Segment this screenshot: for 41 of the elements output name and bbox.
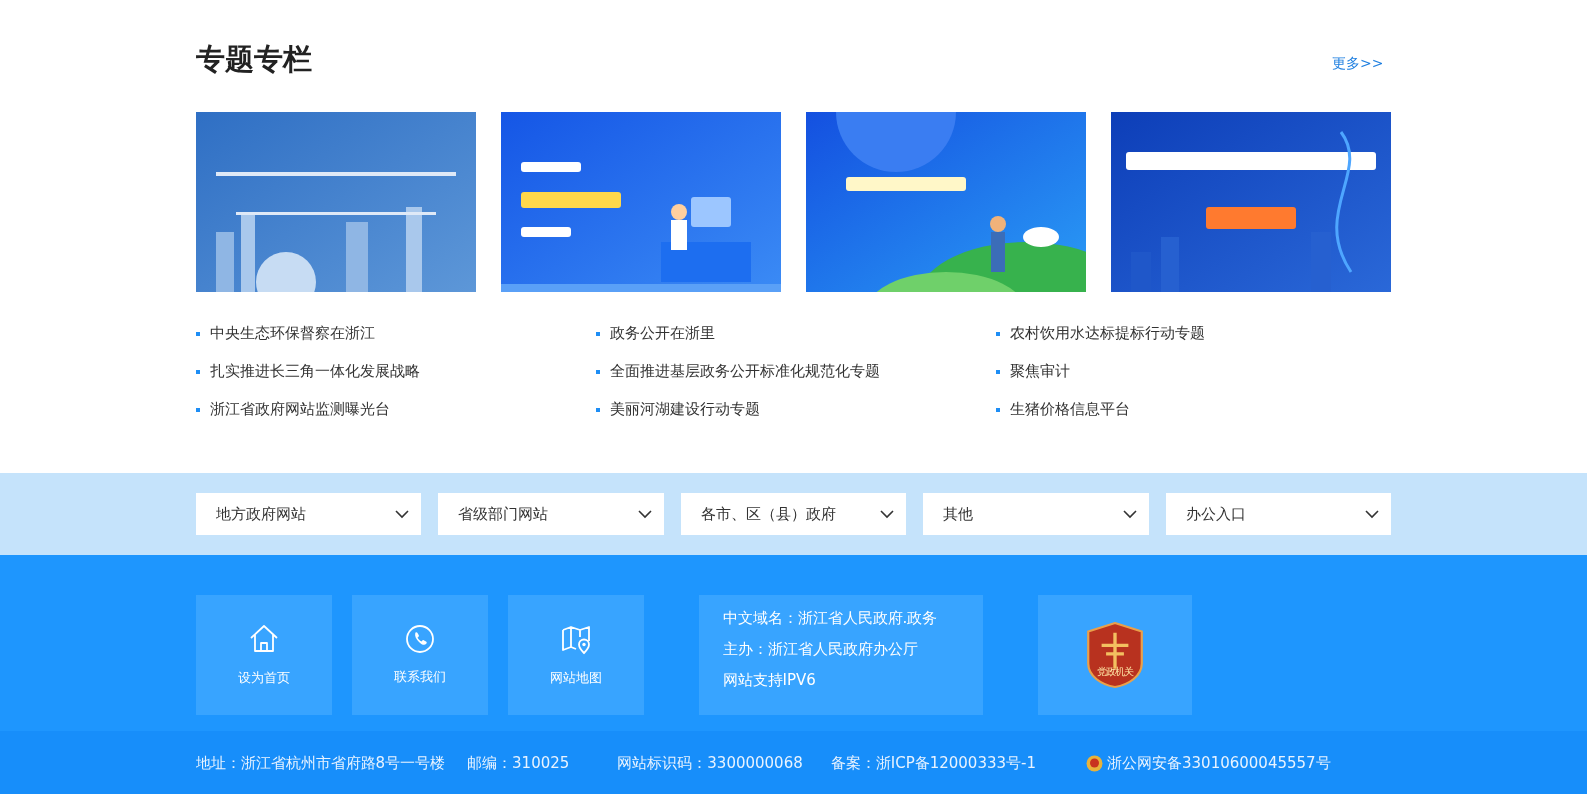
chevron-down-icon — [637, 509, 652, 519]
bullet-icon — [195, 407, 200, 412]
phone-icon — [404, 624, 435, 654]
map-icon — [559, 623, 592, 655]
topic-link[interactable]: 浙江省政府网站监测曝光台 — [209, 400, 390, 419]
bullet-icon — [195, 331, 200, 336]
topic-link[interactable]: 聚焦审计 — [1009, 362, 1070, 381]
emblem-icon — [1085, 622, 1144, 688]
topic-link[interactable]: 政务公开在浙里 — [609, 324, 715, 343]
chevron-down-icon — [1365, 509, 1380, 519]
topic-link[interactable]: 扎实推进长三角一体化发展战略 — [209, 362, 420, 381]
section-title: 专题专栏 — [195, 41, 312, 78]
police-badge-icon — [1086, 754, 1103, 772]
site-dropdown[interactable]: 其他 — [923, 493, 1149, 535]
address-text: 地址：浙江省杭州市省府路8号一号楼 — [195, 753, 446, 773]
topic-link[interactable]: 全面推进基层政务公开标准化规范化专题 — [609, 362, 880, 381]
site-dropdown[interactable]: 省级部门网站 — [438, 493, 664, 535]
bullet-icon — [995, 407, 1000, 412]
site-dropdown[interactable]: 各市、区（县）政府 — [680, 493, 907, 535]
bullet-icon — [995, 331, 1000, 336]
emblem-label: 党政机关 — [1095, 665, 1134, 679]
bullet-icon — [595, 369, 600, 374]
site-code-text: 网站标识码：3300000068 — [617, 753, 803, 773]
bullet-icon — [595, 407, 600, 412]
chevron-down-icon — [1122, 509, 1137, 519]
info-text: 网站支持IPV6 — [722, 671, 817, 690]
chevron-down-icon — [880, 509, 895, 519]
more-link[interactable]: 更多>> — [1332, 55, 1384, 73]
topic-link[interactable]: 中央生态环保督察在浙江 — [209, 324, 375, 343]
bullet-icon — [595, 331, 600, 336]
site-dropdown[interactable]: 地方政府网站 — [195, 493, 422, 535]
topic-link[interactable]: 美丽河湖建设行动专题 — [609, 400, 760, 419]
bullet-icon — [995, 369, 1000, 374]
topic-link[interactable]: 农村饮用水达标提标行动专题 — [1009, 324, 1205, 343]
info-text: 中文域名：浙江省人民政府.政务 — [722, 609, 939, 628]
topic-link[interactable]: 生猪价格信息平台 — [1009, 400, 1130, 419]
chevron-down-icon — [395, 509, 410, 519]
postcode-text: 邮编：310025 — [467, 753, 570, 773]
bullet-icon — [195, 369, 200, 374]
info-text: 主办：浙江省人民政府办公厅 — [722, 640, 919, 659]
site-dropdown[interactable]: 办公入口 — [1165, 493, 1392, 535]
